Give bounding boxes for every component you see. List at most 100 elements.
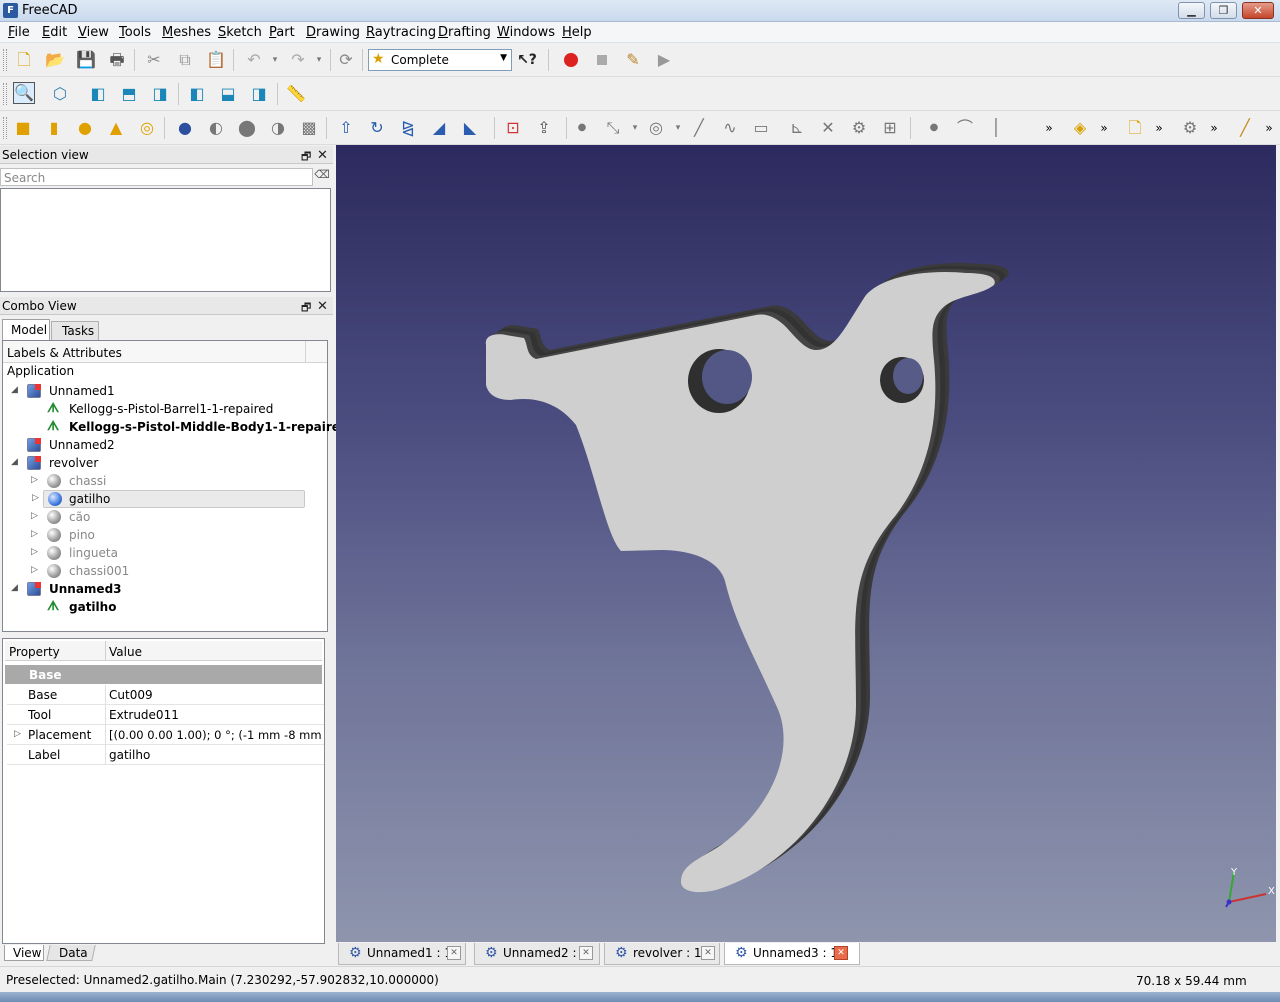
tree-item[interactable]: ᗑ gatilho [3, 598, 323, 616]
section-icon[interactable]: ⊡ [502, 117, 524, 139]
right-view-icon[interactable]: ◨ [149, 83, 171, 105]
3d-viewport[interactable]: X Y [336, 145, 1276, 942]
menu-sketch[interactable]: Sketch [218, 25, 262, 40]
rear-view-icon[interactable]: ◧ [186, 83, 208, 105]
raytracing-icon[interactable]: ⚙ [1179, 117, 1201, 139]
refresh-icon[interactable]: ⟳ [335, 49, 357, 71]
fit-all-icon[interactable]: 🔍 [13, 82, 35, 104]
toolbar-grip[interactable] [3, 83, 7, 105]
collapsed-arrow-icon[interactable]: ▷ [14, 729, 21, 739]
close-tab-icon[interactable]: ✕ [701, 946, 715, 960]
collapsed-arrow-icon[interactable]: ▷ [31, 475, 38, 485]
expanded-arrow-icon[interactable]: ◢ [11, 583, 18, 593]
measure-icon[interactable]: 📏 [285, 83, 307, 105]
tab-unnamed3[interactable]: ⚙ Unnamed3 : 1* ✕ [724, 943, 860, 965]
maximize-button[interactable]: ❐ [1210, 2, 1237, 19]
close-icon[interactable]: ✕ [317, 148, 328, 163]
minimize-button[interactable]: ▁ [1178, 2, 1205, 19]
drawing-page-icon[interactable]: 🗋 [1124, 117, 1146, 139]
menu-edit[interactable]: Edit [42, 25, 67, 40]
tree-item[interactable]: ▷ chassi [3, 472, 323, 490]
menu-part[interactable]: Part [269, 25, 295, 40]
external-geometry-icon[interactable]: ⚙ [848, 117, 870, 139]
menu-drawing[interactable]: Drawing [306, 25, 360, 40]
fillet-icon[interactable]: ◢ [428, 117, 450, 139]
tree-item[interactable]: ▷ chassi001 [3, 562, 323, 580]
more-icon[interactable]: » [1093, 117, 1115, 139]
property-row[interactable]: Label gatilho [7, 745, 324, 765]
expanded-arrow-icon[interactable]: ◢ [11, 385, 18, 395]
property-row[interactable]: Tool Extrude011 [7, 705, 324, 725]
cone-icon[interactable]: ▲ [105, 117, 127, 139]
float-icon[interactable]: 🗗 [301, 299, 311, 318]
menu-tools[interactable]: Tools [119, 25, 151, 40]
selection-list[interactable] [0, 188, 331, 292]
more-icon[interactable]: » [1038, 117, 1060, 139]
shape-builder-icon[interactable]: ▩ [298, 117, 320, 139]
open-file-icon[interactable]: 📂 [44, 49, 66, 71]
tree-item[interactable]: ◢ Unnamed3 [3, 580, 323, 598]
constraint-icon[interactable]: ⊾ [786, 117, 808, 139]
expanded-arrow-icon[interactable]: ◢ [11, 457, 18, 467]
edit-macro-icon[interactable]: ✎ [622, 49, 644, 71]
axonometric-view-icon[interactable]: ⬡ [49, 83, 71, 105]
tree-item[interactable]: ᗑ Kellogg-s-Pistol-Barrel1-1-repaired [3, 400, 323, 418]
property-value[interactable]: gatilho [109, 748, 150, 762]
model-tree[interactable]: Labels & Attributes Application ◢ Unname… [2, 340, 349, 632]
toolbar-grip[interactable] [3, 117, 7, 139]
menu-meshes[interactable]: Meshes [162, 25, 211, 40]
torus-icon[interactable]: ◎ [136, 117, 158, 139]
extrude-icon[interactable]: ⇧ [335, 117, 357, 139]
collapsed-arrow-icon[interactable]: ▷ [31, 547, 38, 557]
bottom-view-icon[interactable]: ⬓ [217, 83, 239, 105]
close-tab-icon[interactable]: ✕ [579, 946, 593, 960]
tree-item[interactable]: ◢ revolver [3, 454, 323, 472]
close-button[interactable]: ✕ [1242, 2, 1274, 19]
save-icon[interactable]: 💾 [75, 49, 97, 71]
tree-item[interactable]: Unnamed2 [3, 436, 323, 454]
property-value[interactable]: Cut009 [109, 688, 153, 702]
undo-icon[interactable]: ↶ [243, 49, 265, 71]
top-view-icon[interactable]: ⬒ [118, 83, 140, 105]
bspline-icon[interactable]: ∿ [719, 117, 741, 139]
tree-item[interactable]: ▷ cão [3, 508, 323, 526]
more-icon[interactable]: » [1148, 117, 1170, 139]
close-icon[interactable]: ✕ [317, 299, 328, 314]
tab-unnamed1[interactable]: ⚙ Unnamed1 : 1* ✕ [338, 943, 466, 965]
clear-search-icon[interactable]: ⌫ [313, 166, 331, 184]
menu-windows[interactable]: Windows [497, 25, 555, 40]
sphere-icon[interactable]: ● [74, 117, 96, 139]
property-row[interactable]: Base Cut009 [7, 685, 324, 705]
cut-icon[interactable]: ✂ [143, 49, 165, 71]
tree-item-selected[interactable]: ▷ gatilho [32, 490, 305, 508]
vertical-icon[interactable]: │ [985, 117, 1007, 139]
fix-point-icon[interactable]: ● [923, 117, 945, 139]
rectangle-icon[interactable]: ▭ [750, 117, 772, 139]
whats-this-icon[interactable]: ↖? [516, 49, 538, 71]
line-icon[interactable]: ╱ [688, 117, 710, 139]
point-icon[interactable]: ● [571, 117, 593, 139]
tab-model[interactable]: Model [2, 319, 50, 340]
cylinder-icon[interactable]: ▮ [43, 117, 65, 139]
boolean-icon[interactable]: ● [174, 117, 196, 139]
property-row[interactable]: ▷ Placement [(0.00 0.00 1.00); 0 °; (-1 … [7, 725, 324, 745]
tab-data[interactable]: Data [46, 945, 96, 961]
layers-icon[interactable]: ◈ [1069, 117, 1091, 139]
left-view-icon[interactable]: ◨ [248, 83, 270, 105]
menu-file[interactable]: File [8, 25, 30, 40]
tangent-icon[interactable]: ⌒ [954, 117, 976, 139]
stop-macro-icon[interactable] [591, 49, 613, 71]
collapsed-arrow-icon[interactable]: ▷ [32, 493, 39, 503]
selection-search-input[interactable]: Search [0, 168, 313, 186]
collapsed-arrow-icon[interactable]: ▷ [31, 511, 38, 521]
menu-view[interactable]: View [78, 25, 109, 40]
close-tab-icon[interactable]: ✕ [834, 946, 848, 960]
common-icon[interactable]: ◑ [267, 117, 289, 139]
redo-dropdown-icon[interactable]: ▾ [308, 49, 330, 71]
export-icon[interactable]: ⇪ [533, 117, 555, 139]
collapsed-arrow-icon[interactable]: ▷ [31, 565, 38, 575]
circle-dropdown-icon[interactable]: ▾ [667, 117, 689, 139]
fuse-icon[interactable]: ⬤ [236, 117, 258, 139]
tab-tasks[interactable]: Tasks [51, 321, 99, 340]
trigger-part-model[interactable] [336, 145, 1276, 942]
